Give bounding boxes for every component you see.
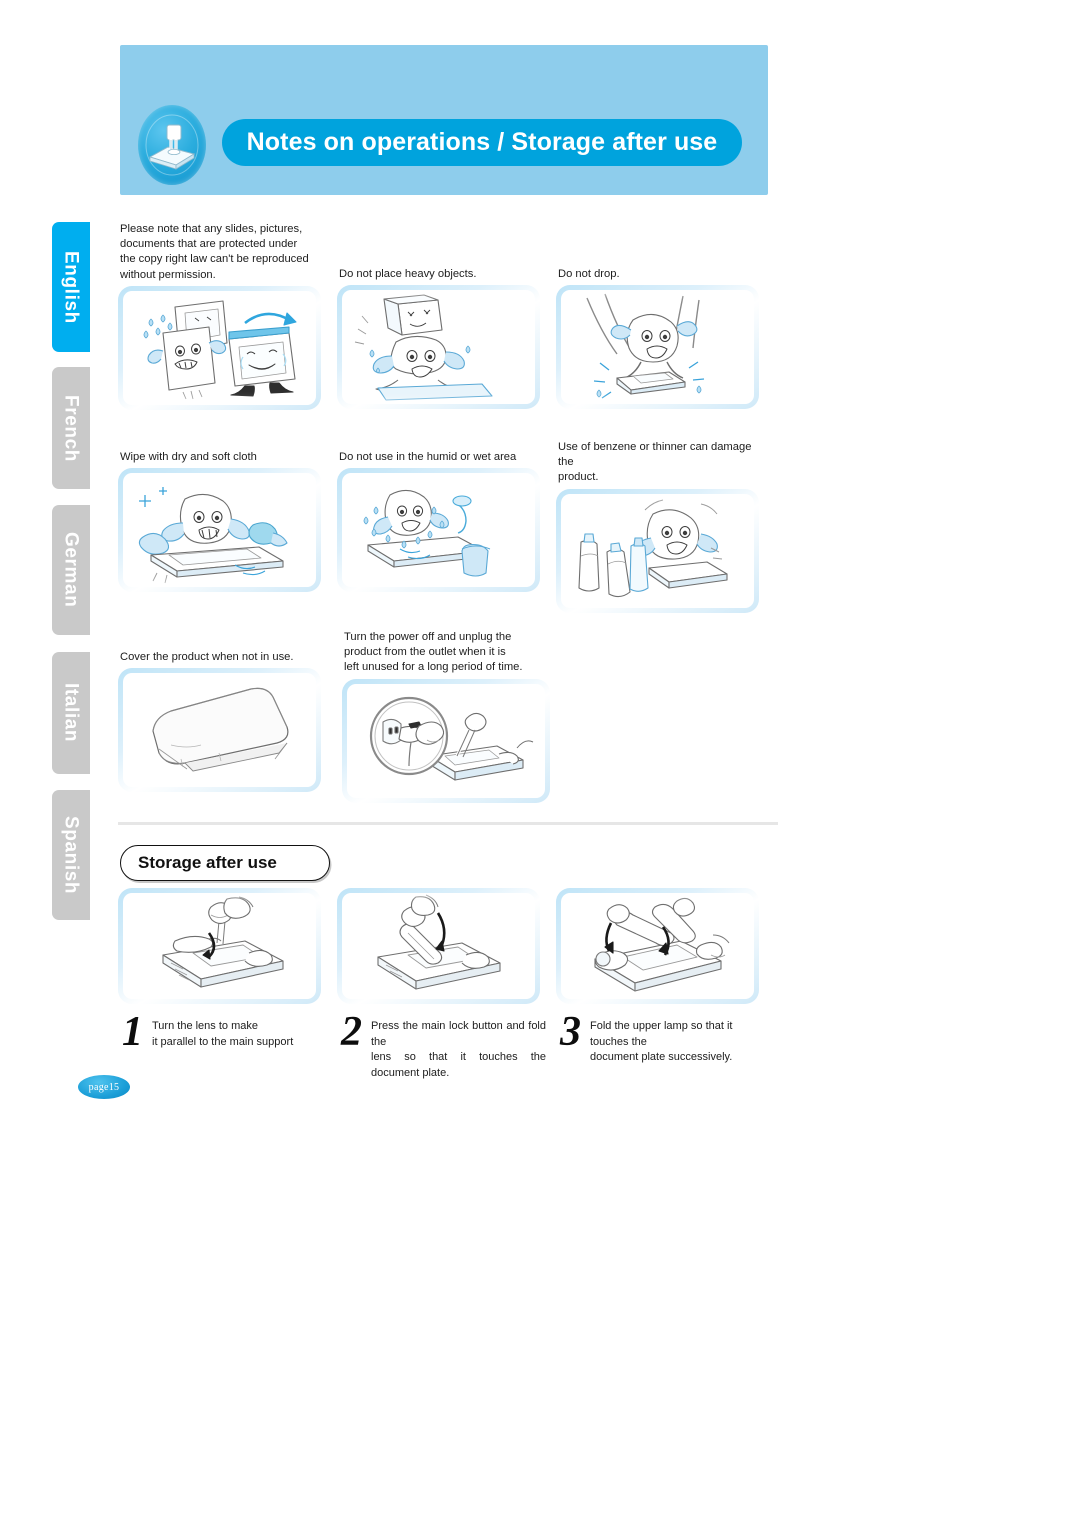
storage-section-pill: Storage after use bbox=[120, 845, 330, 881]
sidebar-item-german[interactable]: German bbox=[52, 505, 90, 635]
sidebar-item-label: English bbox=[60, 250, 82, 324]
note-caption: Please note that any slides, pictures, d… bbox=[120, 223, 309, 281]
language-tabs: English French German Italian Spanish bbox=[52, 222, 90, 982]
sidebar-item-label: German bbox=[60, 532, 82, 608]
crying-documents-and-monitor-illustration bbox=[118, 286, 321, 410]
note-card: Please note that any slides, pictures, d… bbox=[118, 222, 323, 410]
sidebar-item-english[interactable]: English bbox=[52, 222, 90, 352]
section-divider bbox=[118, 822, 778, 825]
dropping-product-illustration bbox=[556, 285, 759, 409]
page-title: Notes on operations / Storage after use bbox=[246, 128, 718, 156]
note-caption: Do not place heavy objects. bbox=[339, 268, 477, 280]
step-text: Press the main lock button and fold the … bbox=[371, 1020, 546, 1079]
note-card: Cover the product when not in use. bbox=[118, 650, 323, 792]
heavy-objects-on-product-illustration bbox=[337, 285, 540, 409]
page-number-badge: page15 bbox=[78, 1075, 130, 1099]
step-number: 3 bbox=[560, 1009, 581, 1055]
note-caption: Use of benzene or thinner can damage the… bbox=[558, 441, 752, 484]
benzene-thinner-bottles-illustration bbox=[556, 489, 759, 613]
page-title-pill: Notes on operations / Storage after use bbox=[222, 119, 742, 166]
humid-wet-area-illustration bbox=[337, 468, 540, 592]
storage-step: 1 Turn the lens to make it parallel to t… bbox=[118, 888, 323, 1053]
covered-product-illustration bbox=[118, 668, 321, 792]
note-card: Do not use in the humid or wet area bbox=[337, 450, 542, 592]
unplug-from-outlet-illustration bbox=[342, 679, 550, 803]
wiping-with-cloth-illustration bbox=[118, 468, 321, 592]
note-caption: Cover the product when not in use. bbox=[120, 651, 294, 663]
document-camera-icon bbox=[138, 105, 206, 185]
step-text: Turn the lens to make it parallel to the… bbox=[152, 1020, 294, 1048]
sidebar-item-italian[interactable]: Italian bbox=[52, 652, 90, 774]
step-number: 2 bbox=[341, 1009, 362, 1055]
sidebar-item-label: Italian bbox=[60, 683, 82, 743]
manual-page: Notes on operations / Storage after use … bbox=[0, 0, 1080, 1527]
fold-lens-illustration bbox=[337, 888, 540, 1004]
sidebar-item-french[interactable]: French bbox=[52, 367, 90, 489]
sidebar-item-label: Spanish bbox=[60, 815, 82, 895]
note-card: Turn the power off and unplug the produc… bbox=[342, 630, 552, 803]
note-card: Do not place heavy objects. bbox=[337, 267, 542, 409]
note-caption: Do not use in the humid or wet area bbox=[339, 451, 517, 463]
fold-lamps-illustration bbox=[556, 888, 759, 1004]
section-title: Storage after use bbox=[138, 853, 277, 872]
note-caption: Do not drop. bbox=[558, 268, 620, 280]
note-card: Do not drop. bbox=[556, 267, 761, 409]
storage-step-row: 1 Turn the lens to make it parallel to t… bbox=[122, 1009, 322, 1055]
storage-step: 2 Press the main lock button and fold th… bbox=[337, 888, 546, 1079]
storage-step-row: 2 Press the main lock button and fold th… bbox=[341, 1009, 546, 1081]
note-caption: Wipe with dry and soft cloth bbox=[120, 451, 257, 463]
turn-lens-illustration bbox=[118, 888, 321, 1004]
sidebar-item-spanish[interactable]: Spanish bbox=[52, 790, 90, 920]
sidebar-item-label: French bbox=[60, 394, 82, 462]
note-card: Wipe with dry and soft cloth bbox=[118, 450, 323, 592]
page-number-label: page15 bbox=[88, 1081, 120, 1093]
note-card: Use of benzene or thinner can damage the… bbox=[556, 440, 761, 613]
step-number: 1 bbox=[122, 1009, 143, 1055]
note-caption: Turn the power off and unplug the produc… bbox=[344, 631, 523, 674]
step-text: Fold the upper lamp so that it touches t… bbox=[590, 1020, 733, 1063]
storage-step-row: 3 Fold the upper lamp so that it touches… bbox=[560, 1009, 765, 1066]
storage-step: 3 Fold the upper lamp so that it touches… bbox=[556, 888, 761, 1063]
